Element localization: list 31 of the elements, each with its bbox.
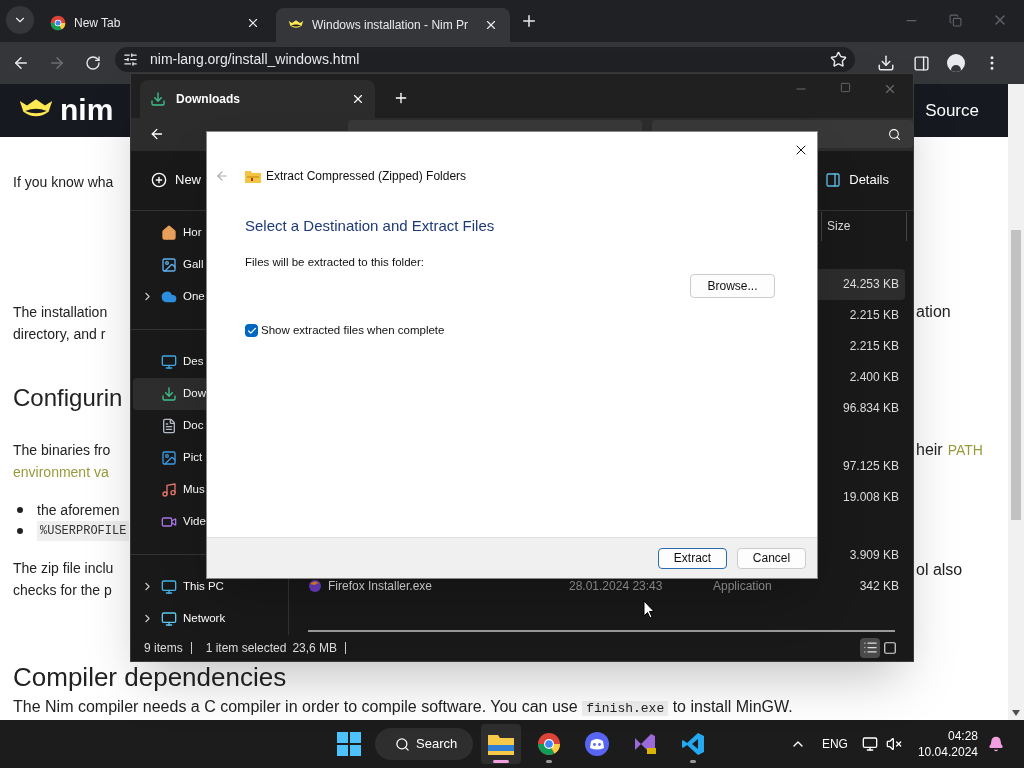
- section-heading: Configurin: [13, 382, 124, 413]
- paragraph-text: The zip file inclu: [13, 558, 114, 578]
- paragraph-text: ation: [916, 301, 951, 322]
- dialog-heading: Select a Destination and Extract Files: [245, 216, 496, 236]
- paragraph-text: The binaries fro: [13, 440, 111, 460]
- url-text: nim-lang.org/install_windows.html: [150, 50, 361, 69]
- status-text: 9 items: [144, 639, 183, 657]
- paragraph-text: If you know wha: [13, 172, 114, 192]
- file-type: Application: [713, 579, 772, 594]
- status-text: 23,6 MB: [292, 639, 338, 657]
- paragraph-text: The installation: [13, 302, 108, 322]
- dialog-title: Extract Compressed (Zipped) Folders: [266, 168, 467, 185]
- checkbox-label: Show extracted files when complete: [261, 323, 445, 338]
- file-size: 97.125 KB: [842, 458, 899, 476]
- file-name: Firefox Installer.exe: [328, 578, 433, 596]
- section-heading: Compiler dependencies: [13, 662, 288, 692]
- paragraph-text: heir: [916, 439, 943, 460]
- file-size: 2.400 KB: [849, 369, 899, 387]
- folder-label: Files will be extracted to this folder:: [245, 255, 425, 270]
- paragraph-text: the aforemen: [37, 500, 120, 520]
- file-size: 24.253 KB: [842, 276, 899, 294]
- code-text: %USERPROFILE: [37, 520, 130, 541]
- paragraph-text: checks for the p: [13, 580, 112, 600]
- file-size: 342 KB: [859, 578, 899, 596]
- status-text: 1 item selected: [205, 639, 287, 657]
- paragraph-text: ol also: [916, 559, 963, 580]
- paragraph-text: The Nim compiler needs a C compiler in order to compile software. You can use finish.exe to install MinGW.: [13, 697, 794, 718]
- paragraph-text: directory, and r: [13, 324, 106, 344]
- file-size: 19.008 KB: [842, 489, 899, 507]
- file-size: 96.834 KB: [842, 400, 899, 418]
- file-date: 28.01.2024 23:43: [569, 579, 663, 594]
